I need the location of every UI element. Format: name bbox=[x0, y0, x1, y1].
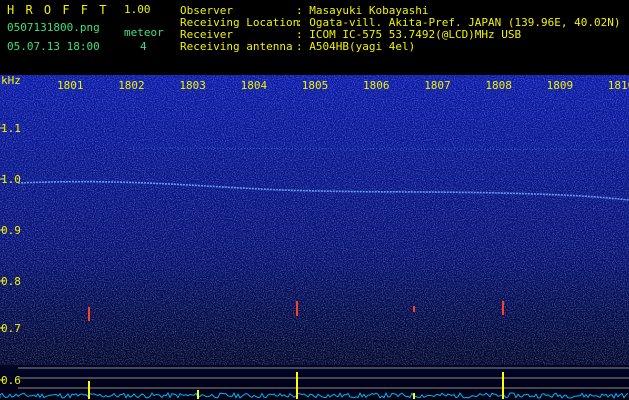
observer-label: Observer bbox=[180, 4, 233, 17]
observer-value: : Masayuki Kobayashi bbox=[296, 4, 429, 17]
y-tick-label: 1.1 bbox=[1, 122, 21, 135]
x-tick-label: 1806 bbox=[363, 79, 390, 92]
x-tick-label: 1807 bbox=[424, 79, 451, 92]
x-tick-label: 1803 bbox=[179, 79, 206, 92]
receiver-label: Receiver bbox=[180, 28, 233, 41]
y-tick-label: 0.7 bbox=[1, 322, 21, 335]
y-axis-unit: kHz bbox=[1, 74, 21, 87]
x-tick-label: 1801 bbox=[57, 79, 84, 92]
meteor-count: 4 bbox=[140, 40, 147, 53]
x-tick-label: 1810 bbox=[607, 79, 629, 92]
x-tick-label: 1802 bbox=[118, 79, 145, 92]
meteor-label: meteor bbox=[124, 26, 164, 39]
receiver-value: : ICOM IC-575 53.7492(@LCD)MHz USB bbox=[296, 28, 522, 41]
app-version: 1.00 bbox=[124, 3, 151, 16]
x-tick-label: 1809 bbox=[546, 79, 574, 92]
location-label: Receiving Location bbox=[180, 16, 300, 29]
spectrogram-noise bbox=[0, 75, 629, 365]
file-name: 0507131800.png bbox=[7, 21, 100, 34]
antenna-label: Receiving antenna bbox=[180, 40, 293, 53]
y-tick-label: 0.8 bbox=[1, 275, 21, 288]
spectrogram-chart bbox=[0, 75, 629, 400]
antenna-value: : A504HB(yagi 4el) bbox=[296, 40, 416, 53]
app-title: H R O F F T bbox=[7, 3, 109, 17]
y-tick-label: 0.9 bbox=[1, 224, 21, 237]
x-tick-label: 1808 bbox=[485, 79, 512, 92]
y-tick-label: 1.0 bbox=[1, 173, 21, 186]
x-tick-label: 1805 bbox=[301, 79, 329, 92]
location-value: : Ogata-vill. Akita-Pref. JAPAN (139.96E… bbox=[296, 16, 621, 29]
x-tick-label: 1804 bbox=[240, 79, 268, 92]
y-tick-label: 0.6 bbox=[1, 374, 21, 387]
file-datetime: 05.07.13 18:00 bbox=[7, 40, 100, 53]
